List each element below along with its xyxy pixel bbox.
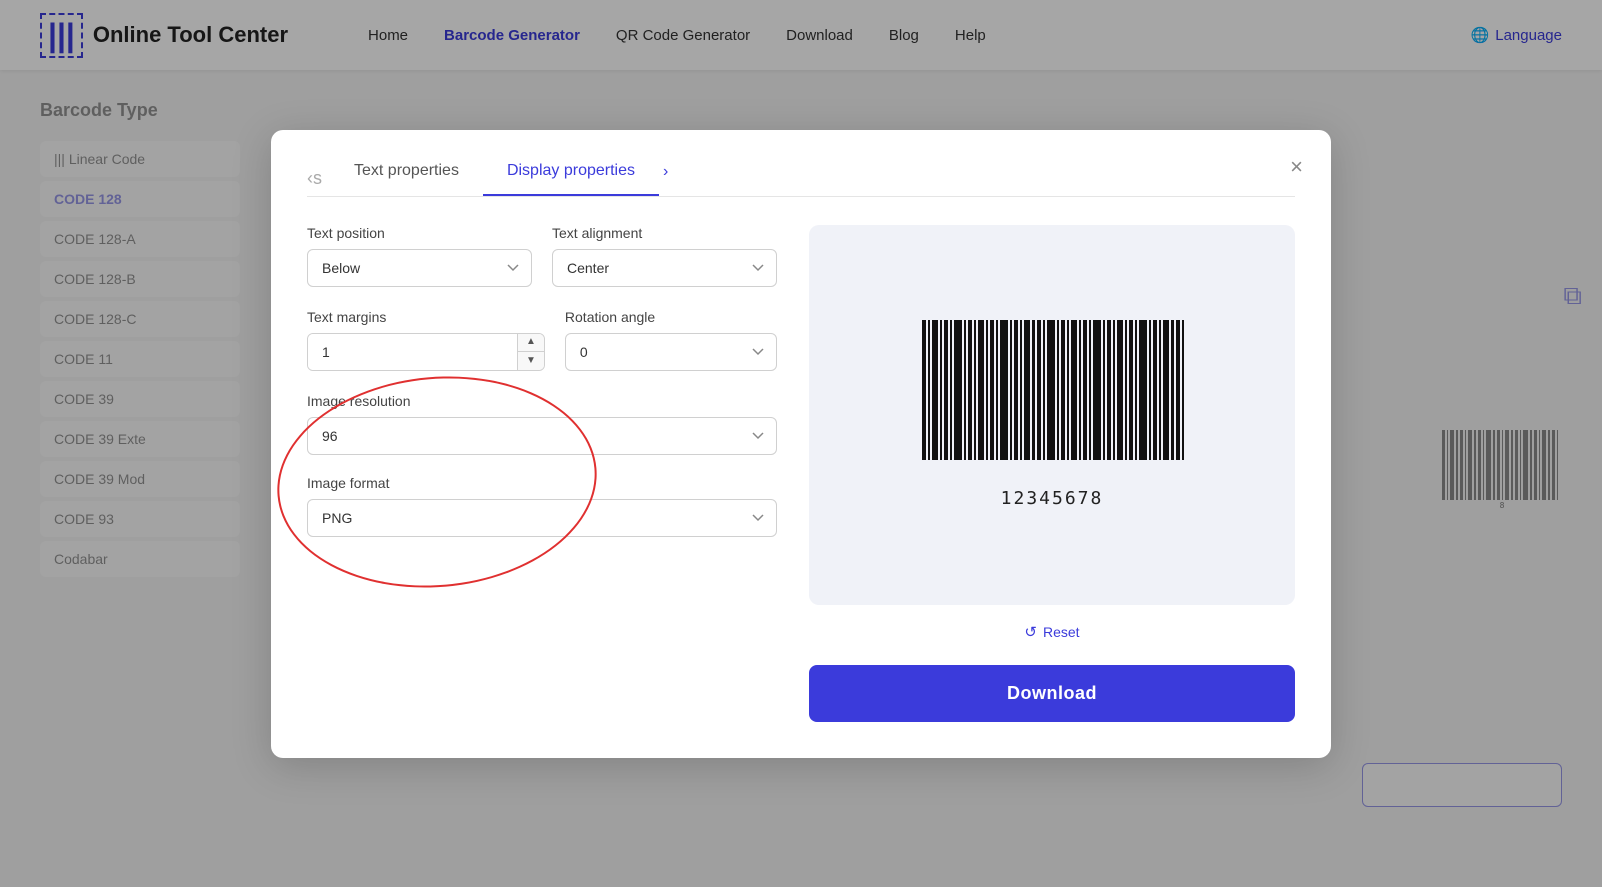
text-position-group: Text position Below Above None <box>307 225 532 287</box>
text-position-select[interactable]: Below Above None <box>307 249 532 287</box>
stepper-down-button[interactable]: ▼ <box>518 352 544 370</box>
reset-icon: ↺ <box>1024 623 1037 641</box>
text-alignment-group: Text alignment Center Left Right <box>552 225 777 287</box>
text-alignment-label: Text alignment <box>552 225 777 241</box>
form-row-3: Image resolution 72 96 150 300 Image for… <box>307 393 777 537</box>
rotation-angle-group: Rotation angle 0 90 180 270 <box>565 309 777 371</box>
image-resolution-label: Image resolution <box>307 393 777 409</box>
reset-button[interactable]: ↺ Reset <box>1024 623 1079 641</box>
image-format-label: Image format <box>307 475 777 491</box>
form-row-1: Text position Below Above None Text alig… <box>307 225 777 287</box>
barcode-number: 12345678 <box>1001 488 1104 509</box>
image-resolution-group: Image resolution 72 96 150 300 <box>307 393 777 455</box>
tab-prev-arrow[interactable]: ‹s <box>307 168 322 189</box>
barcode-container: 12345678 <box>912 320 1192 509</box>
modal-body: Text position Below Above None Text alig… <box>307 225 1295 722</box>
modal-dialog: × ‹s Text properties Display properties … <box>271 130 1331 758</box>
barcode-preview-box: 12345678 <box>809 225 1295 605</box>
image-format-group: Image format PNG SVG JPEG BMP <box>307 475 777 537</box>
rotation-angle-label: Rotation angle <box>565 309 777 325</box>
text-margins-group: Text margins ▲ ▼ <box>307 309 545 371</box>
barcode-svg <box>912 320 1192 480</box>
text-margins-stepper: ▲ ▼ <box>307 333 545 371</box>
close-button[interactable]: × <box>1290 154 1303 180</box>
modal-tabs: ‹s Text properties Display properties › <box>307 162 1295 197</box>
text-alignment-select[interactable]: Center Left Right <box>552 249 777 287</box>
rotation-angle-select[interactable]: 0 90 180 270 <box>565 333 777 371</box>
form-row-2: Text margins ▲ ▼ Rotation angle 0 <box>307 309 777 371</box>
tab-next-arrow[interactable]: › <box>663 163 668 195</box>
download-button[interactable]: Download <box>809 665 1295 722</box>
tab-display-properties[interactable]: Display properties <box>483 162 659 196</box>
modal-form: Text position Below Above None Text alig… <box>307 225 777 722</box>
image-resolution-select[interactable]: 72 96 150 300 <box>307 417 777 455</box>
image-format-select[interactable]: PNG SVG JPEG BMP <box>307 499 777 537</box>
stepper-buttons: ▲ ▼ <box>517 334 544 370</box>
stepper-up-button[interactable]: ▲ <box>518 334 544 353</box>
reset-label: Reset <box>1043 624 1080 640</box>
modal-preview: 12345678 ↺ Reset Download <box>809 225 1295 722</box>
text-position-label: Text position <box>307 225 532 241</box>
text-margins-label: Text margins <box>307 309 545 325</box>
modal-overlay: × ‹s Text properties Display properties … <box>0 0 1602 887</box>
text-margins-input[interactable] <box>308 334 517 370</box>
tab-text-properties[interactable]: Text properties <box>330 162 483 196</box>
